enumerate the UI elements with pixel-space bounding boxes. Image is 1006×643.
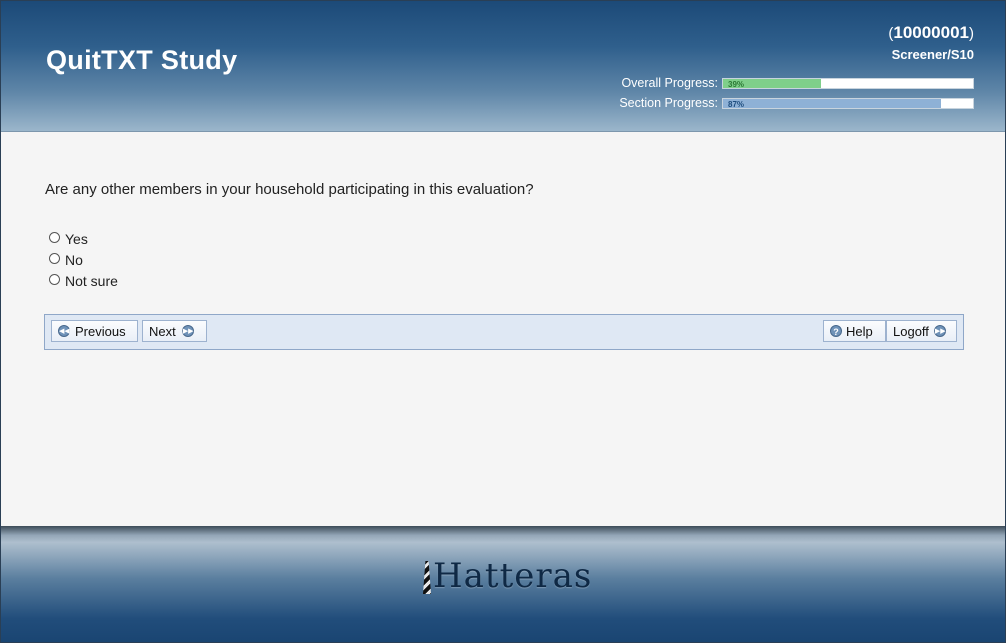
footer-banner: Hatteras bbox=[1, 526, 1005, 642]
logoff-button-label: Logoff bbox=[893, 323, 929, 339]
logo-text: Hatteras bbox=[433, 556, 593, 596]
section-progress: Section Progress: 87% bbox=[619, 96, 974, 110]
section-progress-fill bbox=[723, 98, 941, 108]
option-yes[interactable]: Yes bbox=[49, 228, 118, 249]
radio-yes[interactable] bbox=[49, 231, 60, 243]
answer-options: Yes No Not sure bbox=[49, 228, 118, 291]
help-button-label: Help bbox=[846, 323, 873, 339]
previous-button-label: Previous bbox=[75, 323, 126, 339]
overall-progress-percent: 39% bbox=[728, 79, 745, 89]
hatteras-logo: Hatteras bbox=[423, 556, 592, 596]
option-no[interactable]: No bbox=[49, 249, 118, 270]
overall-progress-label: Overall Progress: bbox=[621, 76, 718, 90]
header-banner: QuitTXT Study (10000001) Screener/S10 Ov… bbox=[1, 1, 1005, 132]
option-yes-label: Yes bbox=[65, 230, 88, 247]
help-icon: ? bbox=[830, 325, 842, 337]
participant-id: 10000001 bbox=[893, 23, 969, 42]
previous-button[interactable]: ◀◀ Previous bbox=[51, 320, 138, 342]
screen-id: Screener/S10 bbox=[891, 47, 974, 62]
help-button[interactable]: ? Help bbox=[823, 320, 886, 342]
rewind-icon: ◀◀ bbox=[58, 325, 70, 337]
lighthouse-icon bbox=[423, 561, 431, 594]
navigation-bar: ◀◀ Previous Next ▶▶ ? Help Logoff ▶▶ bbox=[44, 314, 964, 350]
question-panel: Are any other members in your household … bbox=[1, 132, 1005, 526]
option-not-sure[interactable]: Not sure bbox=[49, 270, 118, 291]
next-button[interactable]: Next ▶▶ bbox=[142, 320, 207, 342]
option-not-sure-label: Not sure bbox=[65, 272, 118, 289]
section-progress-track: 87% bbox=[722, 97, 974, 109]
survey-window: QuitTXT Study (10000001) Screener/S10 Ov… bbox=[0, 0, 1006, 643]
fast-forward-icon: ▶▶ bbox=[181, 325, 194, 337]
section-progress-label: Section Progress: bbox=[619, 96, 718, 110]
overall-progress: Overall Progress: 39% bbox=[621, 76, 974, 90]
logoff-button[interactable]: Logoff ▶▶ bbox=[886, 320, 957, 342]
question-text: Are any other members in your household … bbox=[45, 181, 534, 198]
app-title: QuitTXT Study bbox=[46, 45, 238, 75]
section-progress-percent: 87% bbox=[728, 99, 745, 109]
overall-progress-track: 39% bbox=[722, 77, 974, 89]
radio-not-sure[interactable] bbox=[49, 273, 60, 285]
logoff-arrow-icon: ▶▶ bbox=[933, 325, 946, 337]
participant-id-display: (10000001) bbox=[888, 23, 974, 43]
radio-no[interactable] bbox=[49, 252, 60, 264]
option-no-label: No bbox=[65, 251, 83, 268]
participant-close-paren: ) bbox=[969, 25, 974, 42]
next-button-label: Next bbox=[149, 323, 176, 339]
